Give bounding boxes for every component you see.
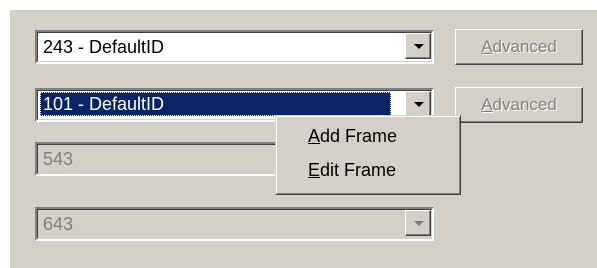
- accel-key: A: [481, 37, 493, 56]
- dropdown-arrow-icon: [414, 221, 424, 226]
- dropdown-button: [405, 210, 431, 236]
- combo-value: 543: [43, 149, 74, 169]
- advanced-button-row-1[interactable]: Advanced: [455, 29, 583, 65]
- advanced-label: dvanced: [492, 37, 557, 56]
- menu-item-label: dit Frame: [320, 160, 397, 180]
- menu-item-add-frame[interactable]: Add Frame: [308, 126, 397, 147]
- combo-bevel: [37, 209, 432, 239]
- dropdown-arrow-icon: [414, 44, 424, 49]
- combo-value-selected: 101 - DefaultID: [40, 92, 391, 116]
- accel-key: E: [308, 160, 321, 180]
- menu-item-edit-frame[interactable]: Edit Frame: [308, 160, 396, 181]
- accel-key: A: [308, 126, 321, 146]
- menu-item-label: dd Frame: [320, 126, 398, 146]
- combo-value: 243 - DefaultID: [43, 37, 165, 57]
- combo-row-1[interactable]: 243 - DefaultID: [35, 30, 434, 64]
- advanced-label: dvanced: [492, 95, 557, 114]
- accel-key: A: [481, 95, 493, 114]
- combo-row-4: 643: [35, 207, 434, 241]
- dropdown-arrow-icon: [414, 102, 424, 107]
- context-menu: Add Frame Edit Frame: [275, 115, 461, 195]
- advanced-button-row-2[interactable]: Advanced: [455, 87, 583, 123]
- dropdown-button[interactable]: [405, 91, 431, 117]
- dropdown-button[interactable]: [405, 33, 431, 59]
- combo-value: 643: [43, 214, 74, 234]
